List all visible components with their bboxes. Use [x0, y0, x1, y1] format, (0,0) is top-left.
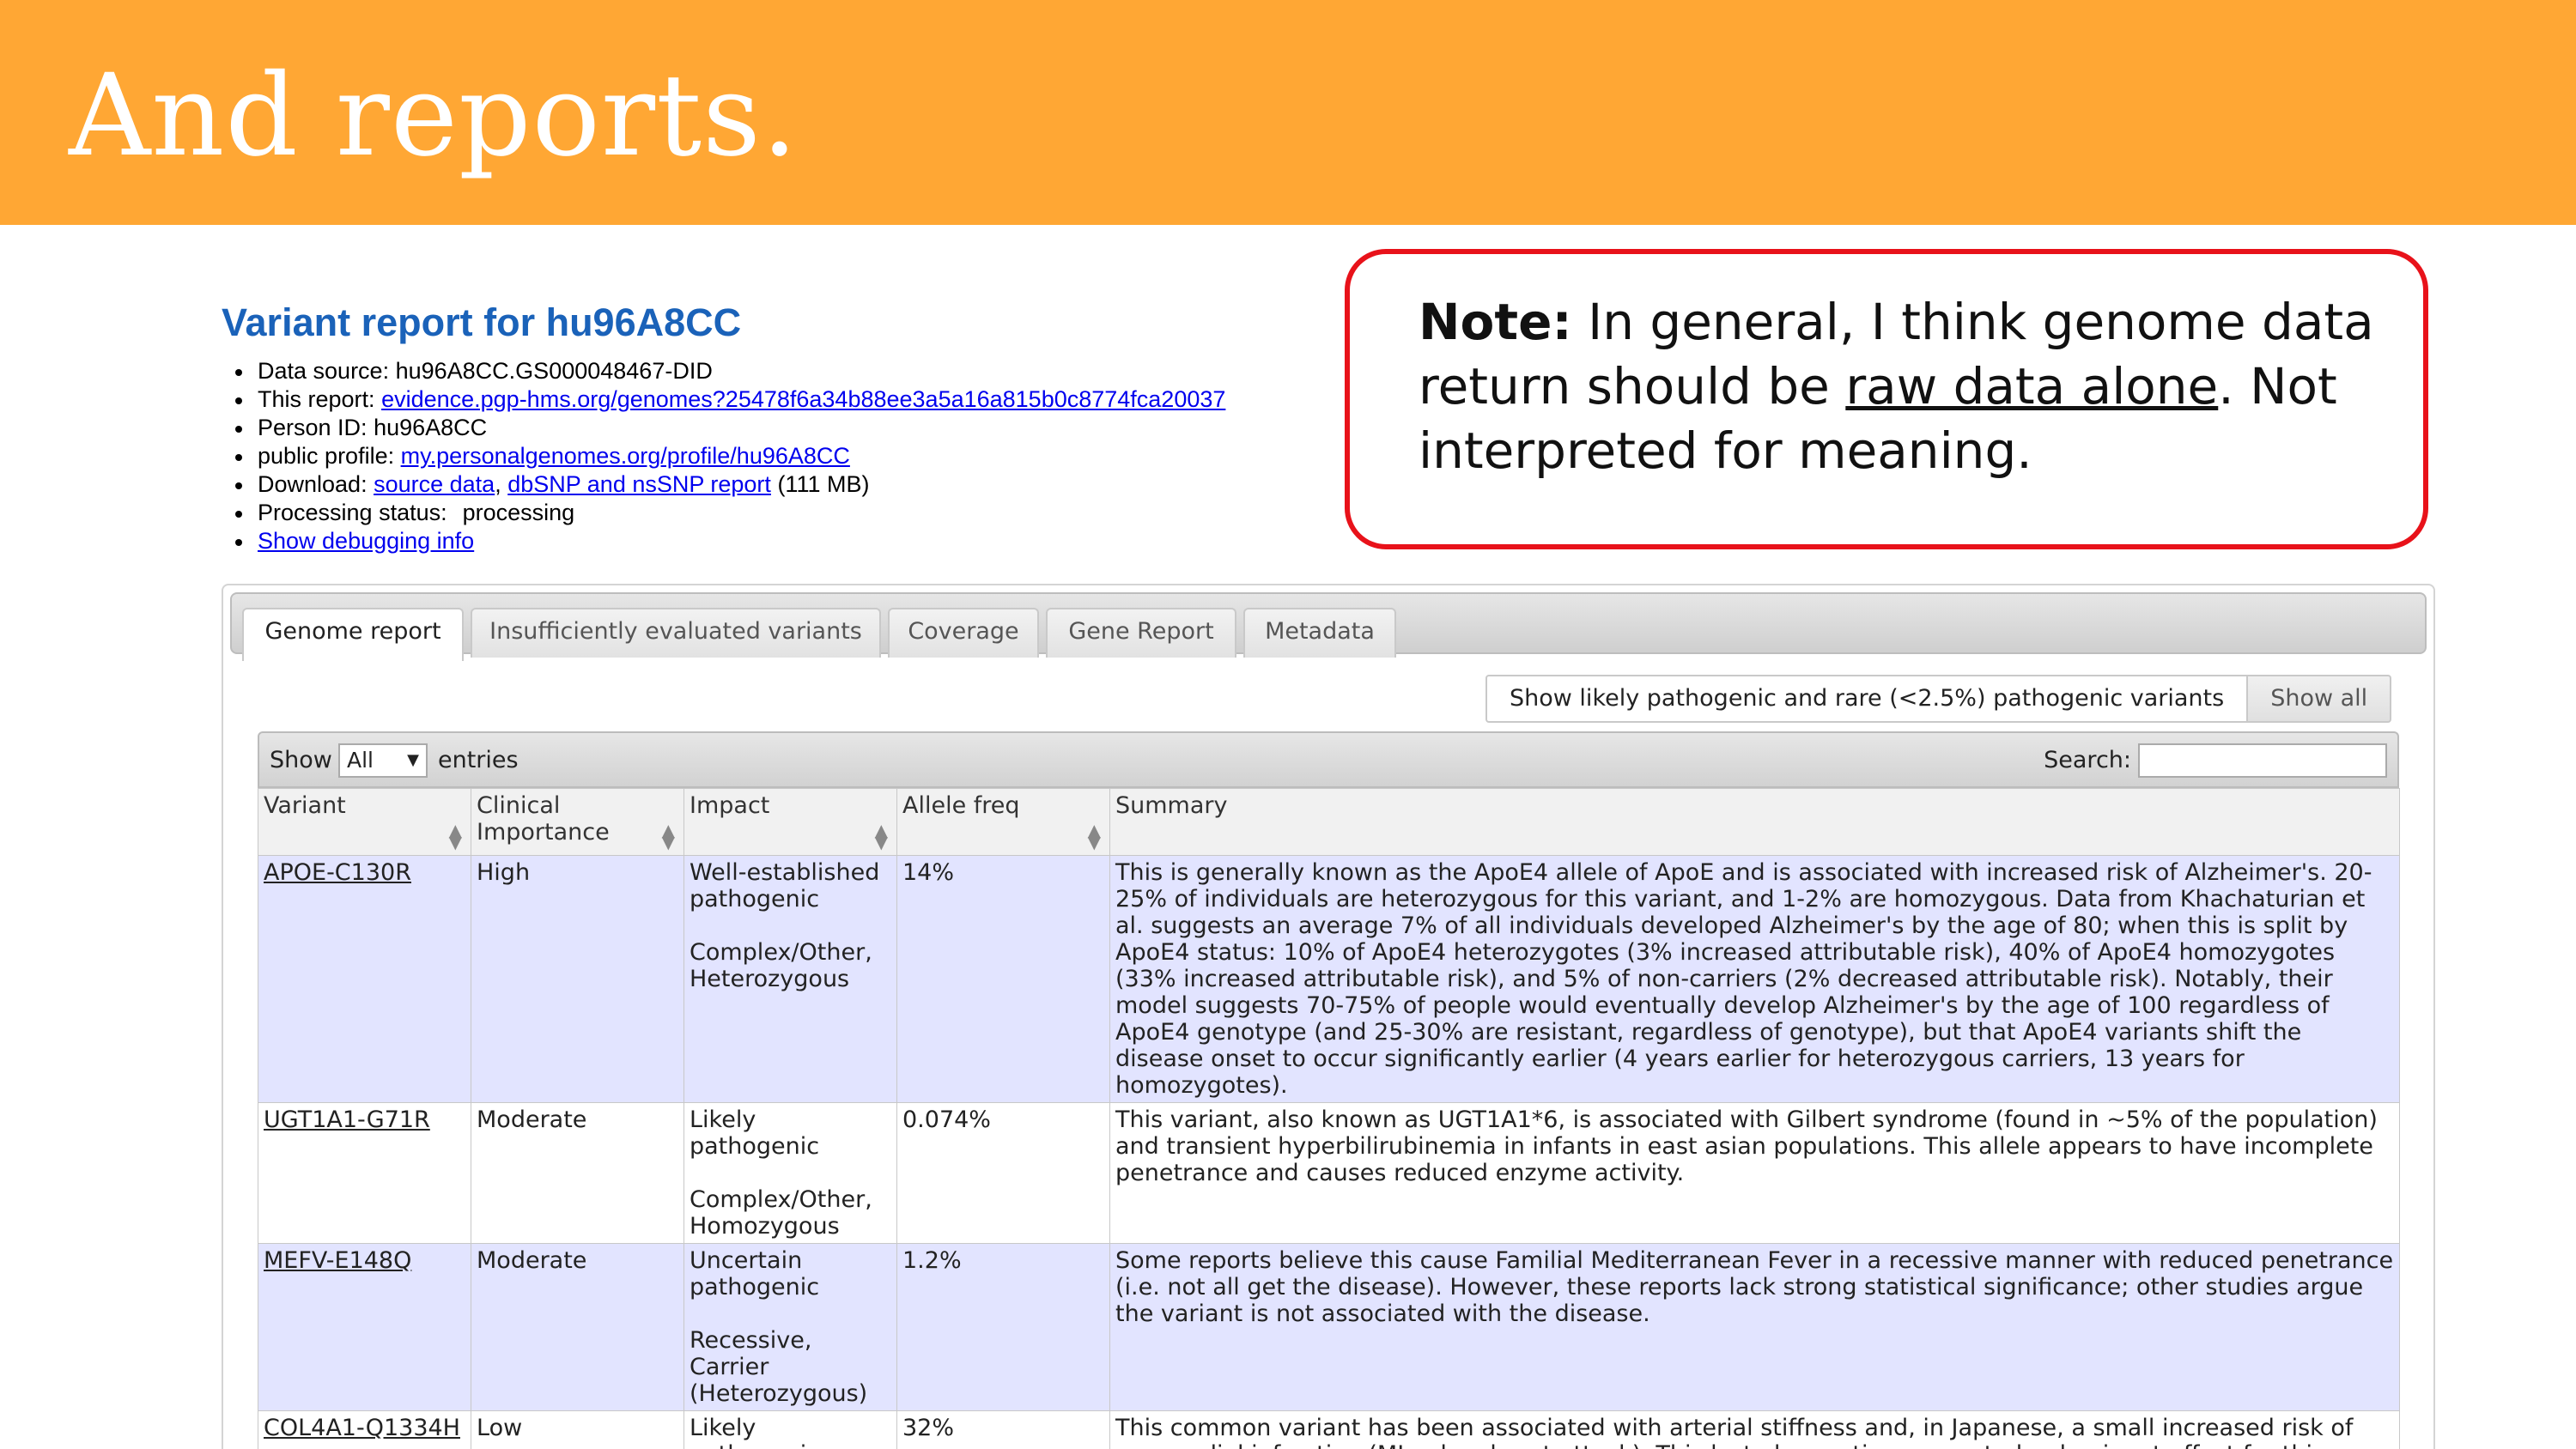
slide-banner: And reports.	[0, 0, 2576, 225]
meta-public-profile: public profile: my.personalgenomes.org/p…	[234, 442, 1350, 470]
allele-freq-cell: 14%	[896, 855, 1110, 1103]
meta-download: Download: source data, dbSNP and nsSNP r…	[234, 470, 1350, 499]
source-data-link[interactable]: source data	[374, 471, 495, 497]
meta-person-id: Person ID: hu96A8CC	[234, 414, 1350, 442]
tab-coverage[interactable]: Coverage	[888, 608, 1039, 658]
show-debugging-info-link[interactable]: Show debugging info	[258, 528, 474, 554]
summary-cell: This common variant has been associated …	[1109, 1410, 2400, 1449]
allele-freq-cell: 32%	[896, 1410, 1110, 1449]
show-all-button[interactable]: Show all	[2248, 675, 2392, 723]
impact-cell: Uncertain pathogenic Recessive, Carrier (…	[683, 1243, 897, 1411]
allele-freq-cell: 1.2%	[896, 1243, 1110, 1411]
variants-table-wrapper: Show All ▼ entries Search: Variant ▲ ▼ Cli…	[258, 731, 2400, 1449]
this-report-link[interactable]: evidence.pgp-hms.org/genomes?25478f6a34b…	[381, 386, 1225, 412]
slide-title: And reports.	[69, 50, 799, 182]
search-input[interactable]	[2138, 743, 2387, 778]
variant-link[interactable]: MEFV-E148Q	[264, 1247, 411, 1274]
entries-select[interactable]: All ▼	[338, 743, 428, 778]
meta-data-source: Data source: hu96A8CC.GS000048467-DID	[234, 357, 1350, 385]
table-row: APOE-C130R High Well-established pathoge…	[258, 855, 2400, 1103]
clinical-cell: High	[471, 855, 684, 1103]
sort-icon: ▲ ▼	[661, 820, 675, 852]
variant-link[interactable]: UGT1A1-G71R	[264, 1106, 430, 1133]
impact-cell: Likely pathogenic	[683, 1410, 897, 1449]
meta-this-report: This report: evidence.pgp-hms.org/genome…	[234, 385, 1350, 414]
column-header-impact[interactable]: Impact ▲ ▼	[683, 788, 897, 856]
tab-genome-report[interactable]: Genome report	[242, 608, 464, 661]
clinical-cell: Moderate	[471, 1243, 684, 1411]
chevron-down-icon: ▼	[407, 751, 419, 769]
meta-debug: Show debugging info	[234, 527, 1350, 555]
variant-filter-group: Show likely pathogenic and rare (<2.5%) …	[1485, 675, 2392, 723]
clinical-cell: Moderate	[471, 1102, 684, 1244]
table-controls: Show All ▼ entries Search:	[258, 731, 2399, 788]
allele-freq-cell: 0.074%	[896, 1102, 1110, 1244]
table-row: COL4A1-Q1334H Low Likely pathogenic 32% …	[258, 1410, 2400, 1449]
summary-cell: Some reports believe this cause Familial…	[1109, 1243, 2400, 1411]
variant-link[interactable]: COL4A1-Q1334H	[264, 1415, 460, 1441]
table-row: UGT1A1-G71R Moderate Likely pathogenic Co…	[258, 1102, 2400, 1244]
impact-cell: Well-established pathogenic Complex/Other…	[683, 855, 897, 1103]
dbsnp-report-link[interactable]: dbSNP and nsSNP report	[507, 471, 771, 497]
report-tabs-panel: Genome report Insufficiently evaluated v…	[222, 584, 2435, 1449]
report-meta-list: Data source: hu96A8CC.GS000048467-DID Th…	[234, 357, 1350, 555]
note-callout: Note: In general, I think genome data re…	[1345, 249, 2428, 549]
variants-table: Variant ▲ ▼ Clinical Importance ▲ ▼ Impact ▲ ▼…	[258, 788, 2400, 1449]
column-header-clinical[interactable]: Clinical Importance ▲ ▼	[471, 788, 684, 856]
column-header-allele-freq[interactable]: Allele freq ▲ ▼	[896, 788, 1110, 856]
report-title: Variant report for hu96A8CC	[222, 300, 742, 344]
public-profile-link[interactable]: my.personalgenomes.org/profile/hu96A8CC	[401, 443, 850, 469]
table-row: MEFV-E148Q Moderate Uncertain pathogenic…	[258, 1243, 2400, 1411]
note-text: Note: In general, I think genome data re…	[1419, 293, 2374, 480]
sort-icon: ▲ ▼	[448, 820, 462, 852]
variant-link[interactable]: APOE-C130R	[264, 859, 411, 886]
tab-metadata[interactable]: Metadata	[1243, 608, 1396, 658]
column-header-variant[interactable]: Variant ▲ ▼	[258, 788, 471, 856]
sort-icon: ▲ ▼	[874, 820, 888, 852]
tab-bar: Genome report Insufficiently evaluated v…	[230, 592, 2427, 661]
clinical-cell: Low	[471, 1410, 684, 1449]
show-pathogenic-button[interactable]: Show likely pathogenic and rare (<2.5%) …	[1485, 675, 2249, 723]
summary-cell: This is generally known as the ApoE4 all…	[1109, 855, 2400, 1103]
processing-status-value: processing	[462, 500, 575, 525]
meta-processing-status: Processing status: processing	[234, 499, 1350, 527]
column-header-summary[interactable]: Summary	[1109, 788, 2400, 856]
sort-icon: ▲ ▼	[1087, 820, 1101, 852]
impact-cell: Likely pathogenic Complex/Other, Homozygo…	[683, 1102, 897, 1244]
summary-cell: This variant, also known as UGT1A1*6, is…	[1109, 1102, 2400, 1244]
table-header-row: Variant ▲ ▼ Clinical Importance ▲ ▼ Impact ▲ ▼…	[258, 788, 2400, 856]
tab-gene-report[interactable]: Gene Report	[1046, 608, 1236, 658]
tab-insufficiently-evaluated[interactable]: Insufficiently evaluated variants	[471, 608, 881, 658]
